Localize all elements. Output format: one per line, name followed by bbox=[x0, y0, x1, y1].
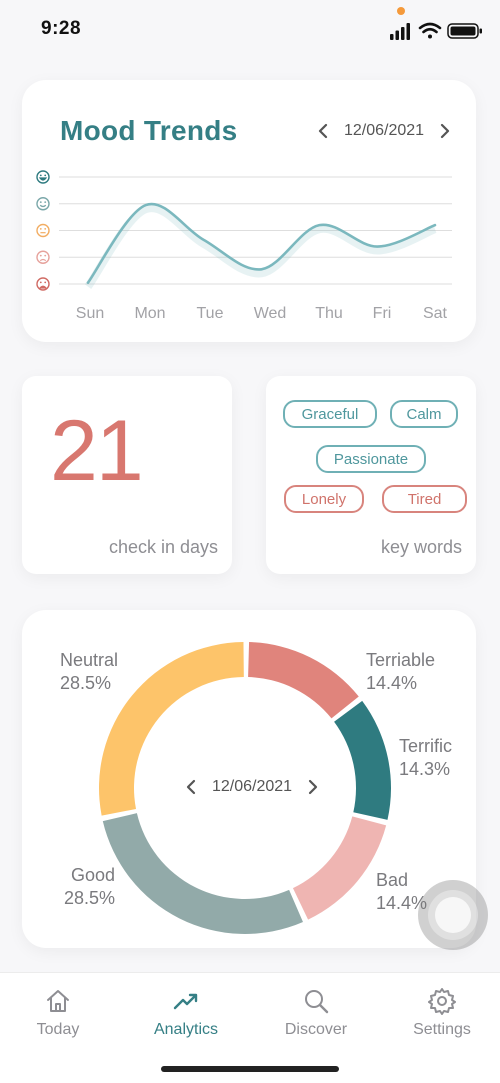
chevron-right-icon[interactable] bbox=[304, 779, 320, 795]
tab-label: Discover bbox=[284, 1021, 348, 1038]
keyword-tag[interactable]: Calm bbox=[390, 400, 458, 428]
tab-label: Analytics bbox=[153, 1021, 219, 1038]
slice-name: Terriable bbox=[366, 650, 436, 670]
battery-icon bbox=[447, 23, 482, 39]
day-tick-label: Sat bbox=[423, 305, 448, 322]
keyword-tag[interactable]: Tired bbox=[382, 485, 467, 513]
slice-name: Bad bbox=[376, 870, 409, 890]
day-tick-label: Thu bbox=[315, 305, 343, 322]
slice-name: Terrific bbox=[399, 736, 452, 756]
slice-label-terrific: Terrific 14.3% bbox=[399, 735, 452, 781]
key-words-label: key words bbox=[380, 537, 462, 557]
donut-slice-good[interactable] bbox=[102, 813, 303, 934]
assistive-touch-button[interactable] bbox=[418, 880, 488, 950]
slice-name: Good bbox=[70, 865, 115, 885]
keyword-tag[interactable]: Lonely bbox=[284, 485, 364, 513]
slice-label-neutral: Neutral 28.5% bbox=[60, 649, 118, 695]
wifi-icon bbox=[418, 22, 442, 39]
tab-analytics[interactable]: Analytics bbox=[136, 987, 236, 1039]
slice-percent: 14.3% bbox=[399, 759, 451, 779]
status-time: 9:28 bbox=[41, 18, 82, 39]
chevron-left-icon[interactable] bbox=[184, 779, 200, 795]
key-words-card[interactable]: Graceful Calm Passionate Lonely Tired ke… bbox=[266, 376, 476, 574]
search-icon bbox=[305, 990, 329, 1014]
day-tick-label: Wed bbox=[254, 305, 287, 322]
slice-percent: 14.4% bbox=[366, 673, 418, 693]
day-tick-label: Tue bbox=[197, 305, 224, 322]
slice-name: Neutral bbox=[60, 650, 119, 670]
day-tick-label: Mon bbox=[134, 305, 165, 322]
day-tick-label: Fri bbox=[373, 305, 392, 322]
check-in-count: 21 bbox=[50, 403, 144, 499]
keyword-tag[interactable]: Graceful bbox=[283, 400, 377, 428]
sad-face-icon bbox=[36, 250, 50, 264]
distribution-date-selector: 12/06/2021 bbox=[184, 778, 320, 796]
neutral-face-icon bbox=[36, 223, 50, 238]
tab-discover[interactable]: Discover bbox=[266, 987, 366, 1039]
gear-icon bbox=[428, 988, 456, 1015]
recording-dot bbox=[397, 7, 405, 15]
slice-label-terriable: Terriable 14.4% bbox=[366, 649, 435, 695]
signal-icon bbox=[390, 23, 410, 40]
mood-distribution-card: Neutral 28.5% Terriable 14.4% Terrific 1… bbox=[22, 610, 476, 948]
home-icon bbox=[47, 990, 69, 1012]
distribution-date: 12/06/2021 bbox=[212, 778, 293, 795]
very-happy-face-icon bbox=[36, 170, 50, 184]
keyword-tag[interactable]: Passionate bbox=[316, 445, 426, 473]
status-bar: 9:28 bbox=[0, 0, 500, 60]
donut-slice-terriable[interactable] bbox=[248, 642, 359, 719]
check-in-label: check in days bbox=[108, 537, 218, 557]
tab-label: Today bbox=[36, 1021, 80, 1038]
very-sad-face-icon bbox=[36, 277, 50, 291]
status-icons bbox=[390, 22, 482, 40]
slice-label-good: Good 28.5% bbox=[60, 864, 115, 910]
home-indicator bbox=[161, 1066, 339, 1072]
mood-trends-card: Mood Trends 12/06/2021 Sun Mon Tue Wed Thu Fr… bbox=[22, 80, 476, 342]
trend-icon bbox=[173, 993, 198, 1010]
happy-face-icon bbox=[36, 197, 50, 211]
day-tick-label: Sun bbox=[76, 305, 104, 322]
slice-percent: 28.5% bbox=[63, 888, 115, 908]
tab-settings[interactable]: Settings bbox=[392, 987, 492, 1039]
donut-slice-terrific[interactable] bbox=[334, 700, 391, 820]
slice-percent: 28.5% bbox=[60, 673, 112, 693]
tab-label: Settings bbox=[413, 1021, 471, 1038]
check-in-card[interactable]: 21 check in days bbox=[22, 376, 232, 574]
tab-today[interactable]: Today bbox=[8, 987, 108, 1039]
assistive-ring-inner bbox=[435, 897, 471, 933]
mood-trend-chart: Sun Mon Tue Wed Thu Fri Sat bbox=[36, 170, 452, 322]
donut-slice-bad[interactable] bbox=[292, 816, 387, 920]
